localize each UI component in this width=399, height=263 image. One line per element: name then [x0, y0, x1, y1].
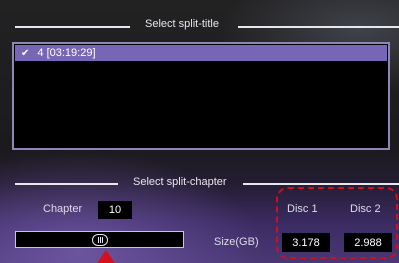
disc-2-label: Disc 2 — [350, 203, 381, 215]
disc-1-size: 3.178 — [282, 233, 330, 252]
arrow-up-icon — [97, 250, 115, 263]
split-chapter-heading: Select split-chapter — [133, 176, 227, 188]
grip-icon — [97, 237, 99, 243]
chapter-label: Chapter — [43, 203, 83, 215]
split-title-heading: Select split-title — [145, 18, 219, 30]
disc-2-size: 2.988 — [344, 233, 392, 252]
divider-line — [15, 183, 118, 185]
slider-thumb[interactable] — [92, 234, 108, 246]
divider-line — [15, 26, 130, 28]
grip-icon — [101, 237, 103, 243]
divider-line — [243, 183, 399, 185]
size-label: Size(GB) — [214, 236, 259, 248]
chapter-value[interactable]: 10 — [98, 201, 132, 219]
check-icon: ✔ — [21, 47, 30, 59]
split-dialog: Select split-title ✔ 4 [03:19:29] Select… — [0, 0, 399, 263]
grip-icon — [99, 237, 101, 243]
divider-line — [238, 26, 399, 28]
list-item[interactable]: ✔ 4 [03:19:29] — [15, 45, 387, 61]
list-item-label: 4 [03:19:29] — [37, 47, 96, 59]
disc-1-label: Disc 1 — [287, 203, 318, 215]
split-title-list[interactable]: ✔ 4 [03:19:29] — [12, 42, 390, 150]
chapter-slider[interactable] — [15, 231, 184, 248]
